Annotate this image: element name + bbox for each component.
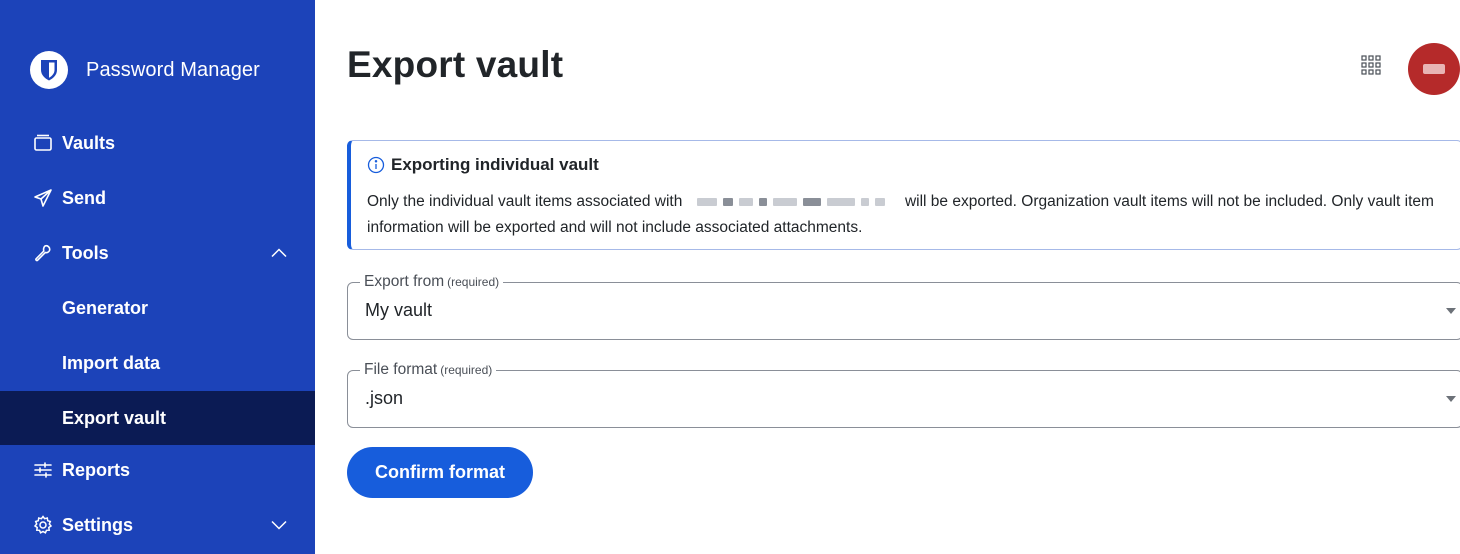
sidebar-item-label: Send: [62, 187, 107, 208]
sidebar-item-reports[interactable]: Reports: [0, 443, 315, 497]
dropdown-caret-icon: [1446, 308, 1456, 314]
callout-text-before: Only the individual vault items associat…: [367, 193, 683, 210]
sidebar-item-label: Settings: [62, 514, 134, 535]
chevron-down-icon[interactable]: [269, 515, 289, 535]
sidebar-item-tools[interactable]: Tools: [0, 226, 315, 280]
sidebar-item-label: Import data: [62, 352, 161, 373]
page-title: Export vault: [347, 44, 564, 85]
sidebar-item-label: Generator: [62, 297, 149, 318]
sidebar-item-generator[interactable]: Generator: [0, 281, 315, 335]
callout-title: Exporting individual vault: [391, 155, 599, 174]
gear-icon: [32, 514, 54, 536]
dropdown-caret-icon: [1446, 396, 1456, 402]
export-from-value: My vault: [365, 300, 433, 320]
main-content: Export vault Exporting individual vault: [315, 0, 1460, 554]
shield-logo-icon: [30, 51, 68, 89]
file-format-value: .json: [365, 388, 404, 408]
sidebar-item-export-vault[interactable]: Export vault: [0, 391, 315, 445]
callout-body: Only the individual vault items associat…: [367, 189, 1457, 241]
brand[interactable]: Password Manager: [30, 50, 260, 90]
avatar[interactable]: [1408, 43, 1460, 95]
avatar-initials-redacted: [1423, 64, 1445, 74]
info-icon: [367, 156, 385, 174]
app-switcher-icon[interactable]: [1358, 52, 1384, 78]
send-icon: [32, 187, 54, 209]
sidebar-item-label: Export vault: [62, 407, 167, 428]
export-from-select[interactable]: Export from (required) My vault: [347, 273, 1460, 340]
sidebar-item-vaults[interactable]: Vaults: [0, 116, 315, 170]
brand-name: Password Manager: [86, 58, 260, 81]
wrench-icon: [32, 242, 54, 264]
sidebar-item-send[interactable]: Send: [0, 171, 315, 225]
file-format-label: File format (required): [360, 361, 497, 379]
export-from-label: Export from (required): [360, 273, 504, 291]
callout-header: Exporting individual vault: [367, 155, 599, 175]
info-callout: Exporting individual vault Only the indi…: [347, 140, 1460, 250]
app-root: Password Manager Vaults Send Tools Gener…: [0, 0, 1460, 554]
sidebar-item-settings[interactable]: Settings: [0, 498, 315, 552]
chevron-up-icon[interactable]: [269, 243, 289, 263]
sidebar-item-label: Reports: [62, 459, 131, 480]
sidebar-item-label: Tools: [62, 242, 109, 263]
file-format-select[interactable]: File format (required) .json: [347, 361, 1460, 428]
confirm-format-button[interactable]: Confirm format: [347, 447, 533, 498]
sidebar-item-label: Vaults: [62, 132, 116, 153]
redacted-email: [696, 189, 891, 215]
sidebar-item-import-data[interactable]: Import data: [0, 336, 315, 390]
sliders-icon: [32, 459, 54, 481]
vault-icon: [32, 132, 54, 154]
sidebar: Password Manager Vaults Send Tools Gener…: [0, 0, 315, 554]
